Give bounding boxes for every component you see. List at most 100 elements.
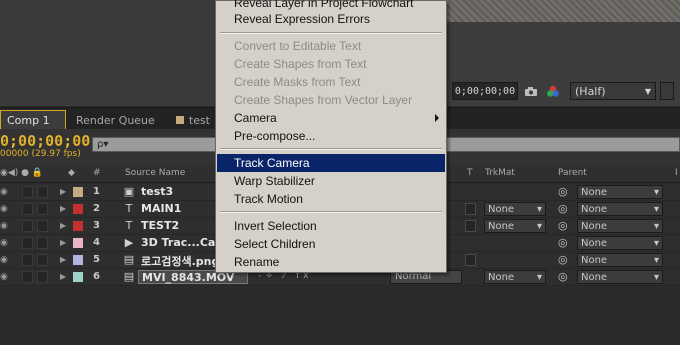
expand-triangle-icon[interactable]: ▶ xyxy=(60,204,66,213)
parent-select[interactable]: None ▾ xyxy=(577,202,663,216)
t-toggle[interactable] xyxy=(465,220,476,232)
parent-value: None xyxy=(581,203,608,215)
audio-toggle[interactable] xyxy=(22,203,33,215)
resolution-select[interactable]: (Half) ▼ xyxy=(570,82,656,100)
camera-layer-icon: ▶ xyxy=(124,236,134,249)
eye-icon[interactable]: ◉ xyxy=(0,221,10,231)
menu-item-create-shapes-from-text[interactable]: Create Shapes from Text xyxy=(217,55,445,73)
chevron-down-icon: ▾ xyxy=(653,220,659,232)
menu-item-camera[interactable]: Camera xyxy=(217,109,445,127)
menu-item-convert-to-editable-text[interactable]: Convert to Editable Text xyxy=(217,37,445,55)
chevron-down-icon: ▾ xyxy=(653,203,659,215)
audio-toggle[interactable] xyxy=(22,220,33,232)
lock-toggle[interactable] xyxy=(37,237,48,249)
t-toggle[interactable] xyxy=(465,254,476,266)
camera-icon[interactable] xyxy=(522,82,540,100)
eye-icon[interactable]: ◉ xyxy=(0,272,10,282)
menu-item-create-masks-from-text[interactable]: Create Masks from Text xyxy=(217,73,445,91)
parent-value: None xyxy=(581,254,608,266)
chevron-down-icon: ▾ xyxy=(653,271,659,283)
lock-toggle[interactable] xyxy=(37,254,48,266)
chevron-down-icon: ▾ xyxy=(653,237,659,249)
eye-icon[interactable]: ◉ xyxy=(0,187,10,197)
eye-icon[interactable]: ◉ xyxy=(0,204,10,214)
submenu-arrow-icon xyxy=(435,114,439,122)
chevron-down-icon: ▼ xyxy=(644,86,651,96)
number-column-header: # xyxy=(93,168,101,178)
pickwhip-icon[interactable]: ◎ xyxy=(558,253,568,266)
viewer-toolbar: 0;00;00;00 (Half) ▼ xyxy=(446,80,680,102)
eye-icon[interactable]: ◉ xyxy=(0,255,10,265)
layer-name[interactable]: test3 xyxy=(141,185,173,198)
expand-triangle-icon[interactable]: ▶ xyxy=(60,255,66,264)
tab-test[interactable]: test xyxy=(170,110,216,130)
label-color-swatch[interactable] xyxy=(73,221,83,231)
trkmat-column-header: TrkMat xyxy=(485,168,515,178)
lock-toggle[interactable] xyxy=(37,220,48,232)
label-color-swatch[interactable] xyxy=(73,204,83,214)
audio-toggle[interactable] xyxy=(22,254,33,266)
eye-icon[interactable]: ◉ xyxy=(0,238,10,248)
layer-number: 2 xyxy=(93,203,100,214)
trkmat-value: None xyxy=(488,271,515,283)
menu-item-invert-selection[interactable]: Invert Selection xyxy=(217,217,445,235)
audio-toggle[interactable] xyxy=(22,271,33,283)
chevron-down-icon: ▾ xyxy=(536,203,542,215)
pickwhip-icon[interactable]: ◎ xyxy=(558,185,568,198)
tab-render-queue[interactable]: Render Queue xyxy=(70,110,166,130)
expand-triangle-icon[interactable]: ▶ xyxy=(60,238,66,247)
expand-triangle-icon[interactable]: ▶ xyxy=(60,272,66,281)
resolution-value: (Half) xyxy=(575,84,606,98)
chevron-down-icon: ▾ xyxy=(653,186,659,198)
parent-select[interactable]: None ▾ xyxy=(577,219,663,233)
menu-separator xyxy=(220,211,442,213)
label-color-swatch[interactable] xyxy=(73,272,83,282)
expand-triangle-icon[interactable]: ▶ xyxy=(60,187,66,196)
trkmat-select[interactable]: None ▾ xyxy=(484,202,546,216)
trkmat-select[interactable]: None ▾ xyxy=(484,270,546,284)
text-layer-icon: T xyxy=(125,219,133,232)
layer-number: 4 xyxy=(93,237,100,248)
pickwhip-icon[interactable]: ◎ xyxy=(558,202,568,215)
color-channels-icon[interactable] xyxy=(544,82,562,100)
audio-toggle[interactable] xyxy=(22,237,33,249)
parent-select[interactable]: None ▾ xyxy=(577,236,663,250)
menu-item-track-camera[interactable]: Track Camera xyxy=(217,154,445,172)
menu-item-warp-stabilizer[interactable]: Warp Stabilizer xyxy=(217,172,445,190)
lock-toggle[interactable] xyxy=(37,186,48,198)
menu-item-create-shapes-from-vector-layer[interactable]: Create Shapes from Vector Layer xyxy=(217,91,445,109)
tab-comp-1[interactable]: Comp 1 xyxy=(0,110,66,130)
menu-item-reveal-expression-errors[interactable]: Reveal Expression Errors xyxy=(217,10,445,28)
parent-select[interactable]: None ▾ xyxy=(577,270,663,284)
layer-name[interactable]: 로고검정색.png xyxy=(141,253,219,269)
chevron-down-icon: ▾ xyxy=(536,271,542,283)
label-column-icon: ◆ xyxy=(68,168,75,178)
menu-item-select-children[interactable]: Select Children xyxy=(217,235,445,253)
current-time-display[interactable]: 0;00;00;00 xyxy=(0,132,90,150)
pickwhip-icon[interactable]: ◎ xyxy=(558,236,568,249)
tab-label: Comp 1 xyxy=(7,114,50,127)
label-color-swatch[interactable] xyxy=(73,187,83,197)
t-toggle[interactable] xyxy=(465,203,476,215)
pickwhip-icon[interactable]: ◎ xyxy=(558,270,568,283)
label-color-swatch[interactable] xyxy=(73,238,83,248)
viewer-timecode[interactable]: 0;00;00;00 xyxy=(452,82,518,100)
layer-name[interactable]: TEST2 xyxy=(141,219,179,232)
layer-name[interactable]: MAIN1 xyxy=(141,202,181,215)
lock-toggle[interactable] xyxy=(37,203,48,215)
parent-select[interactable]: None ▾ xyxy=(577,253,663,267)
menu-separator xyxy=(220,148,442,150)
menu-item-track-motion[interactable]: Track Motion xyxy=(217,190,445,208)
parent-select[interactable]: None ▾ xyxy=(577,185,663,199)
pickwhip-icon[interactable]: ◎ xyxy=(558,219,568,232)
expand-triangle-icon[interactable]: ▶ xyxy=(60,221,66,230)
viewer-options-button[interactable] xyxy=(660,82,674,100)
lock-toggle[interactable] xyxy=(37,271,48,283)
source-name-column-header[interactable]: Source Name xyxy=(125,168,185,178)
menu-item-rename[interactable]: Rename xyxy=(217,253,445,271)
menu-item-pre-compose[interactable]: Pre-compose... xyxy=(217,127,445,145)
menu-item-label: Camera xyxy=(234,111,277,125)
label-color-swatch[interactable] xyxy=(73,255,83,265)
trkmat-select[interactable]: None ▾ xyxy=(484,219,546,233)
audio-toggle[interactable] xyxy=(22,186,33,198)
